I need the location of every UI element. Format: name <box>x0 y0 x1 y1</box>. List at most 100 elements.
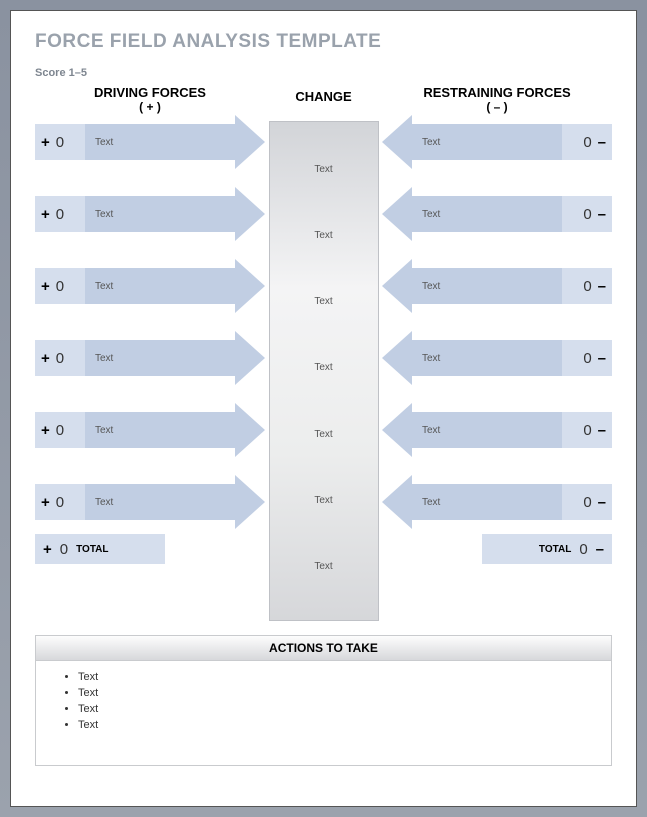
driving-force-arrow[interactable]: Text <box>85 196 235 232</box>
restraining-force-row: Text 0 – <box>382 484 612 520</box>
driving-force-row: + 0 Text <box>35 340 265 376</box>
restraining-score-value[interactable]: 0 <box>583 350 591 367</box>
restraining-force-arrow[interactable]: Text <box>412 340 562 376</box>
change-pillar: Text Text Text Text Text Text Text <box>269 121 379 621</box>
action-item[interactable]: Text <box>78 687 583 699</box>
restraining-score-box: 0 – <box>562 124 612 160</box>
change-item[interactable]: Text <box>314 561 332 572</box>
restraining-force-arrow[interactable]: Text <box>412 124 562 160</box>
minus-icon: – <box>598 494 606 511</box>
driving-total-row: + 0 TOTAL <box>35 534 165 564</box>
driving-force-arrow[interactable]: Text <box>85 340 235 376</box>
driving-force-arrow[interactable]: Text <box>85 268 235 304</box>
restraining-total-value[interactable]: 0 <box>579 541 587 558</box>
driving-force-row: + 0 Text <box>35 124 265 160</box>
driving-score-box: + 0 <box>35 124 85 160</box>
restraining-force-row: Text 0 – <box>382 340 612 376</box>
total-label: TOTAL <box>539 544 571 555</box>
driving-score-value[interactable]: 0 <box>56 206 64 223</box>
restraining-score-box: 0 – <box>562 340 612 376</box>
driving-force-row: + 0 Text <box>35 412 265 448</box>
change-item[interactable]: Text <box>314 362 332 373</box>
change-item[interactable]: Text <box>314 296 332 307</box>
driving-score-value[interactable]: 0 <box>56 350 64 367</box>
total-label: TOTAL <box>76 544 108 555</box>
driving-column: DRIVING FORCES ( + ) + 0 Text + 0 Text +… <box>35 85 265 621</box>
restraining-force-row: Text 0 – <box>382 268 612 304</box>
plus-icon: + <box>41 494 50 511</box>
driving-score-value[interactable]: 0 <box>56 278 64 295</box>
driving-force-row: + 0 Text <box>35 268 265 304</box>
restraining-force-arrow[interactable]: Text <box>412 412 562 448</box>
driving-force-arrow[interactable]: Text <box>85 124 235 160</box>
document-page: FORCE FIELD ANALYSIS TEMPLATE Score 1–5 … <box>10 10 637 807</box>
restraining-score-box: 0 – <box>562 268 612 304</box>
driving-force-label: Text <box>95 209 113 220</box>
driving-header: DRIVING FORCES <box>35 85 265 100</box>
minus-icon: – <box>598 350 606 367</box>
restraining-score-box: 0 – <box>562 484 612 520</box>
actions-body: Text Text Text Text <box>36 661 611 765</box>
driving-score-box: + 0 <box>35 340 85 376</box>
restraining-force-label: Text <box>422 497 440 508</box>
restraining-force-label: Text <box>422 137 440 148</box>
restraining-sign-header: ( – ) <box>382 100 612 114</box>
minus-icon: – <box>598 422 606 439</box>
driving-total-value[interactable]: 0 <box>60 541 68 558</box>
driving-force-label: Text <box>95 425 113 436</box>
change-item[interactable]: Text <box>314 230 332 241</box>
restraining-score-box: 0 – <box>562 412 612 448</box>
plus-icon: + <box>41 134 50 151</box>
minus-icon: – <box>598 134 606 151</box>
restraining-column: RESTRAINING FORCES ( – ) Text 0 – Text 0… <box>382 85 612 621</box>
restraining-force-row: Text 0 – <box>382 124 612 160</box>
restraining-total-row: TOTAL 0 – <box>482 534 612 564</box>
restraining-force-label: Text <box>422 209 440 220</box>
change-header: CHANGE <box>295 85 351 104</box>
driving-force-row: + 0 Text <box>35 484 265 520</box>
analysis-columns: DRIVING FORCES ( + ) + 0 Text + 0 Text +… <box>35 85 612 621</box>
restraining-score-box: 0 – <box>562 196 612 232</box>
plus-icon: + <box>41 422 50 439</box>
action-item[interactable]: Text <box>78 719 583 731</box>
driving-score-box: + 0 <box>35 196 85 232</box>
driving-score-value[interactable]: 0 <box>56 422 64 439</box>
restraining-force-label: Text <box>422 353 440 364</box>
restraining-force-arrow[interactable]: Text <box>412 196 562 232</box>
restraining-header: RESTRAINING FORCES <box>382 85 612 100</box>
driving-score-box: + 0 <box>35 268 85 304</box>
driving-sign-header: ( + ) <box>35 100 265 114</box>
driving-score-value[interactable]: 0 <box>56 494 64 511</box>
action-item[interactable]: Text <box>78 671 583 683</box>
actions-section: ACTIONS TO TAKE TextTextTextText <box>35 635 612 766</box>
driving-force-label: Text <box>95 497 113 508</box>
plus-icon: + <box>41 206 50 223</box>
action-item[interactable]: Text <box>78 703 583 715</box>
restraining-score-value[interactable]: 0 <box>583 134 591 151</box>
change-item[interactable]: Text <box>314 429 332 440</box>
restraining-score-value[interactable]: 0 <box>583 422 591 439</box>
page-title: FORCE FIELD ANALYSIS TEMPLATE <box>35 31 612 53</box>
minus-icon: – <box>598 206 606 223</box>
restraining-score-value[interactable]: 0 <box>583 494 591 511</box>
driving-force-label: Text <box>95 353 113 364</box>
driving-force-arrow[interactable]: Text <box>85 484 235 520</box>
change-column: CHANGE Text Text Text Text Text Text Text <box>265 85 382 621</box>
restraining-score-value[interactable]: 0 <box>583 206 591 223</box>
driving-force-label: Text <box>95 281 113 292</box>
plus-icon: + <box>41 350 50 367</box>
driving-force-arrow[interactable]: Text <box>85 412 235 448</box>
minus-icon: – <box>596 541 604 558</box>
change-item[interactable]: Text <box>314 164 332 175</box>
driving-score-value[interactable]: 0 <box>56 134 64 151</box>
change-item[interactable]: Text <box>314 495 332 506</box>
restraining-force-arrow[interactable]: Text <box>412 484 562 520</box>
plus-icon: + <box>41 278 50 295</box>
restraining-force-arrow[interactable]: Text <box>412 268 562 304</box>
plus-icon: + <box>43 541 52 558</box>
driving-force-label: Text <box>95 137 113 148</box>
restraining-force-row: Text 0 – <box>382 412 612 448</box>
driving-score-box: + 0 <box>35 484 85 520</box>
driving-score-box: + 0 <box>35 412 85 448</box>
restraining-score-value[interactable]: 0 <box>583 278 591 295</box>
